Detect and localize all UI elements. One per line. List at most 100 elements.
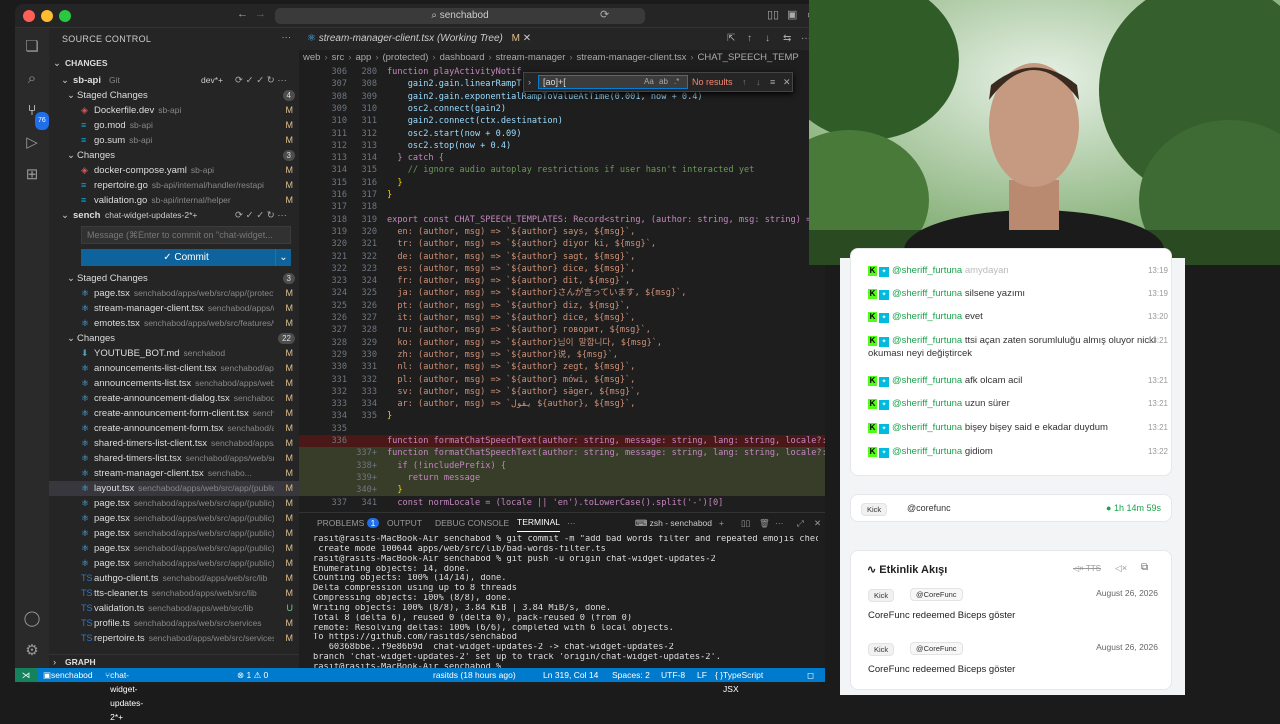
- source-control-file-row[interactable]: ⚛ page.tsx senchabod/apps/web/src/app/(pub…: [49, 541, 299, 556]
- panel-more-icon[interactable]: ···: [775, 513, 784, 533]
- repository-branch[interactable]: dev*+: [201, 73, 223, 88]
- previous-change-icon[interactable]: ↑: [747, 33, 752, 44]
- explorer-icon[interactable]: ❏: [23, 38, 41, 56]
- repo-action-icons[interactable]: ⟳ ✓ ✓ ↻ ···: [235, 208, 287, 223]
- commit-message-input[interactable]: Message (⌘Enter to commit on "chat-widge…: [81, 226, 291, 244]
- source-control-file-row[interactable]: ⬇ YOUTUBE_BOT.md senchabod M: [49, 346, 299, 361]
- breadcrumb-item[interactable]: CHAT_SPEECH_TEMP: [698, 52, 799, 63]
- breadcrumb-item[interactable]: dashboard: [440, 52, 485, 63]
- source-control-file-row[interactable]: ≡ go.mod sb-api M: [49, 118, 299, 133]
- layout-panel-icon[interactable]: ▯▯: [767, 8, 779, 21]
- terminal-output[interactable]: rasit@rasits-MacBook-Air senchabod % git…: [313, 535, 818, 673]
- regex-icon[interactable]: .*: [674, 73, 679, 91]
- notifications-bell-icon[interactable]: ◻: [807, 668, 814, 682]
- status-language[interactable]: { } TypeScript JSX: [715, 668, 763, 694]
- next-match-icon[interactable]: ↓: [756, 73, 761, 91]
- back-arrow-icon[interactable]: ←: [237, 8, 248, 20]
- source-control-file-row[interactable]: ◈ Dockerfile.dev sb-api M: [49, 103, 299, 118]
- chat-username[interactable]: @sheriff_furtuna: [892, 288, 962, 299]
- source-control-file-row[interactable]: TS tts-cleaner.ts senchabod/apps/web/src/l…: [49, 586, 299, 601]
- source-control-file-row[interactable]: ◈ docker-compose.yaml sb-api M: [49, 163, 299, 178]
- source-control-file-row[interactable]: ⚛ create-announcement-dialog.tsx senchabod…: [49, 391, 299, 406]
- toggle-sidebar-icon[interactable]: ▣: [787, 8, 797, 21]
- chat-username[interactable]: @sheriff_furtuna: [892, 446, 962, 457]
- source-control-file-row[interactable]: ≡ validation.go sb-api/internal/helper M: [49, 193, 299, 208]
- breadcrumb-item[interactable]: (protected): [382, 52, 428, 63]
- breadcrumb-item[interactable]: src: [332, 52, 345, 63]
- status-problems[interactable]: ⊗ 1 ⚠ 0: [237, 668, 268, 682]
- status-blame[interactable]: rasitds (18 hours ago): [433, 668, 516, 682]
- chat-username[interactable]: @sheriff_furtuna: [892, 335, 962, 346]
- source-control-icon[interactable]: ⑂ 76: [23, 102, 49, 130]
- toggle-replace-icon[interactable]: ›: [528, 73, 531, 91]
- more-actions-icon[interactable]: ···: [282, 32, 292, 43]
- new-terminal-icon[interactable]: +: [719, 513, 724, 533]
- terminal-shell-select[interactable]: ⌨ zsh - senchabod: [635, 513, 712, 533]
- sidebar-group-header[interactable]: ⌄ Staged Changes 4: [49, 88, 299, 103]
- sidebar-group-header[interactable]: ⌄ Changes 22: [49, 331, 299, 346]
- source-control-file-row[interactable]: TS profile.ts senchabod/apps/web/src/servi…: [49, 616, 299, 631]
- whole-word-icon[interactable]: ab: [659, 73, 668, 91]
- source-control-file-row[interactable]: ⚛ create-announcement-form.tsx senchabod/a…: [49, 421, 299, 436]
- open-file-icon[interactable]: ⇱: [727, 33, 735, 44]
- source-control-file-row[interactable]: ⚛ stream-manager-client.tsx senchabod/apps…: [49, 301, 299, 316]
- zoom-window-button[interactable]: [59, 10, 71, 22]
- commit-dropdown-icon[interactable]: ⌄: [275, 249, 291, 266]
- toggle-inline-diff-icon[interactable]: ⇆: [783, 33, 791, 44]
- chat-username[interactable]: @sheriff_furtuna: [892, 375, 962, 386]
- source-control-file-row[interactable]: ⚛ page.tsx senchabod/apps/web/src/app/(pub…: [49, 556, 299, 571]
- changes-header[interactable]: ⌄ CHANGES: [49, 56, 299, 71]
- chat-username[interactable]: @sheriff_furtuna: [892, 422, 962, 433]
- tab-problems[interactable]: PROBLEMS 1: [317, 513, 380, 533]
- source-control-file-row[interactable]: TS repertoire.ts senchabod/apps/web/src/se…: [49, 631, 299, 646]
- chat-username[interactable]: @sheriff_furtuna: [892, 398, 962, 409]
- source-control-file-row[interactable]: ⚛ announcements-list-client.tsx senchabod/…: [49, 361, 299, 376]
- breadcrumb-item[interactable]: web: [303, 52, 320, 63]
- close-find-icon[interactable]: ✕: [783, 73, 791, 91]
- commit-button[interactable]: ✓ Commit ⌄: [81, 249, 291, 266]
- mute-icon[interactable]: ◁×: [1115, 563, 1127, 574]
- breadcrumb-item[interactable]: stream-manager-client.tsx: [577, 52, 687, 63]
- sidebar-group-header[interactable]: ⌄ Staged Changes 3: [49, 271, 299, 286]
- tts-toggle[interactable]: ◁× TTS: [1073, 564, 1101, 573]
- remote-indicator-icon[interactable]: ⋊: [15, 668, 37, 682]
- status-spaces[interactable]: Spaces: 2: [612, 668, 650, 682]
- settings-gear-icon[interactable]: ⚙: [23, 642, 41, 660]
- breadcrumb-item[interactable]: app: [355, 52, 371, 63]
- match-case-icon[interactable]: Aa: [644, 73, 654, 91]
- extensions-icon[interactable]: ⊞: [23, 166, 41, 184]
- search-icon[interactable]: ⌕: [23, 70, 41, 88]
- source-control-file-row[interactable]: ≡ go.sum sb-api M: [49, 133, 299, 148]
- source-control-file-row[interactable]: ⚛ shared-timers-list-client.tsx senchabod/…: [49, 436, 299, 451]
- status-remote[interactable]: ▣ senchabod: [43, 668, 93, 682]
- command-center-search[interactable]: ⌕ senchabod: [275, 8, 645, 24]
- source-control-file-row[interactable]: ⚛ page.tsx senchabod/apps/web/src/app/(pro…: [49, 286, 299, 301]
- copilot-icon[interactable]: ⟳: [600, 8, 609, 21]
- sidebar-group-header[interactable]: ⌄ Changes 3: [49, 148, 299, 163]
- repository-senchabod[interactable]: ⌄ sench chat-widget-updates-2*+ ⟳ ✓ ✓ ↻ ···: [49, 208, 299, 223]
- status-branch[interactable]: ⑂ chat-widget-updates-2*+: [105, 668, 143, 722]
- status-eol[interactable]: LF: [697, 668, 707, 682]
- account-icon[interactable]: ◯: [23, 610, 41, 628]
- close-tab-icon[interactable]: ✕: [523, 33, 531, 44]
- chat-username[interactable]: @sheriff_furtuna: [892, 265, 962, 276]
- source-control-file-row[interactable]: ⚛ page.tsx senchabod/apps/web/src/app/(pub…: [49, 496, 299, 511]
- source-control-file-row[interactable]: TS validation.ts senchabod/apps/web/src/li…: [49, 601, 299, 616]
- status-encoding[interactable]: UTF-8: [661, 668, 685, 682]
- source-control-file-row[interactable]: ⚛ emotes.tsx senchabod/apps/web/src/featur…: [49, 316, 299, 331]
- repo-action-icons[interactable]: ⟳ ✓ ✓ ↻ ···: [235, 73, 287, 88]
- chat-username[interactable]: @sheriff_furtuna: [892, 311, 962, 322]
- run-debug-icon[interactable]: ▷: [23, 134, 41, 152]
- find-menu-icon[interactable]: ≡: [770, 73, 775, 91]
- tab-stream-manager-client[interactable]: ⚛ stream-manager-client.tsx (Working Tre…: [307, 28, 531, 50]
- tab-terminal[interactable]: TERMINAL: [517, 513, 560, 532]
- source-control-file-row[interactable]: ⚛ shared-timers-list.tsx senchabod/apps/we…: [49, 451, 299, 466]
- breadcrumb-item[interactable]: stream-manager: [496, 52, 566, 63]
- close-window-button[interactable]: [23, 10, 35, 22]
- panel-more-tabs[interactable]: ···: [567, 513, 576, 533]
- repository-sb-api[interactable]: ⌄ sb-api Git dev*+ ⟳ ✓ ✓ ↻ ···: [49, 73, 299, 88]
- maximize-panel-icon[interactable]: ⤢: [797, 513, 804, 533]
- source-control-file-row[interactable]: ⚛ announcements-list.tsx senchabod/apps/we…: [49, 376, 299, 391]
- popout-icon[interactable]: ⧉: [1141, 562, 1148, 573]
- repository-branch[interactable]: chat-widget-updates-2*+: [105, 208, 197, 223]
